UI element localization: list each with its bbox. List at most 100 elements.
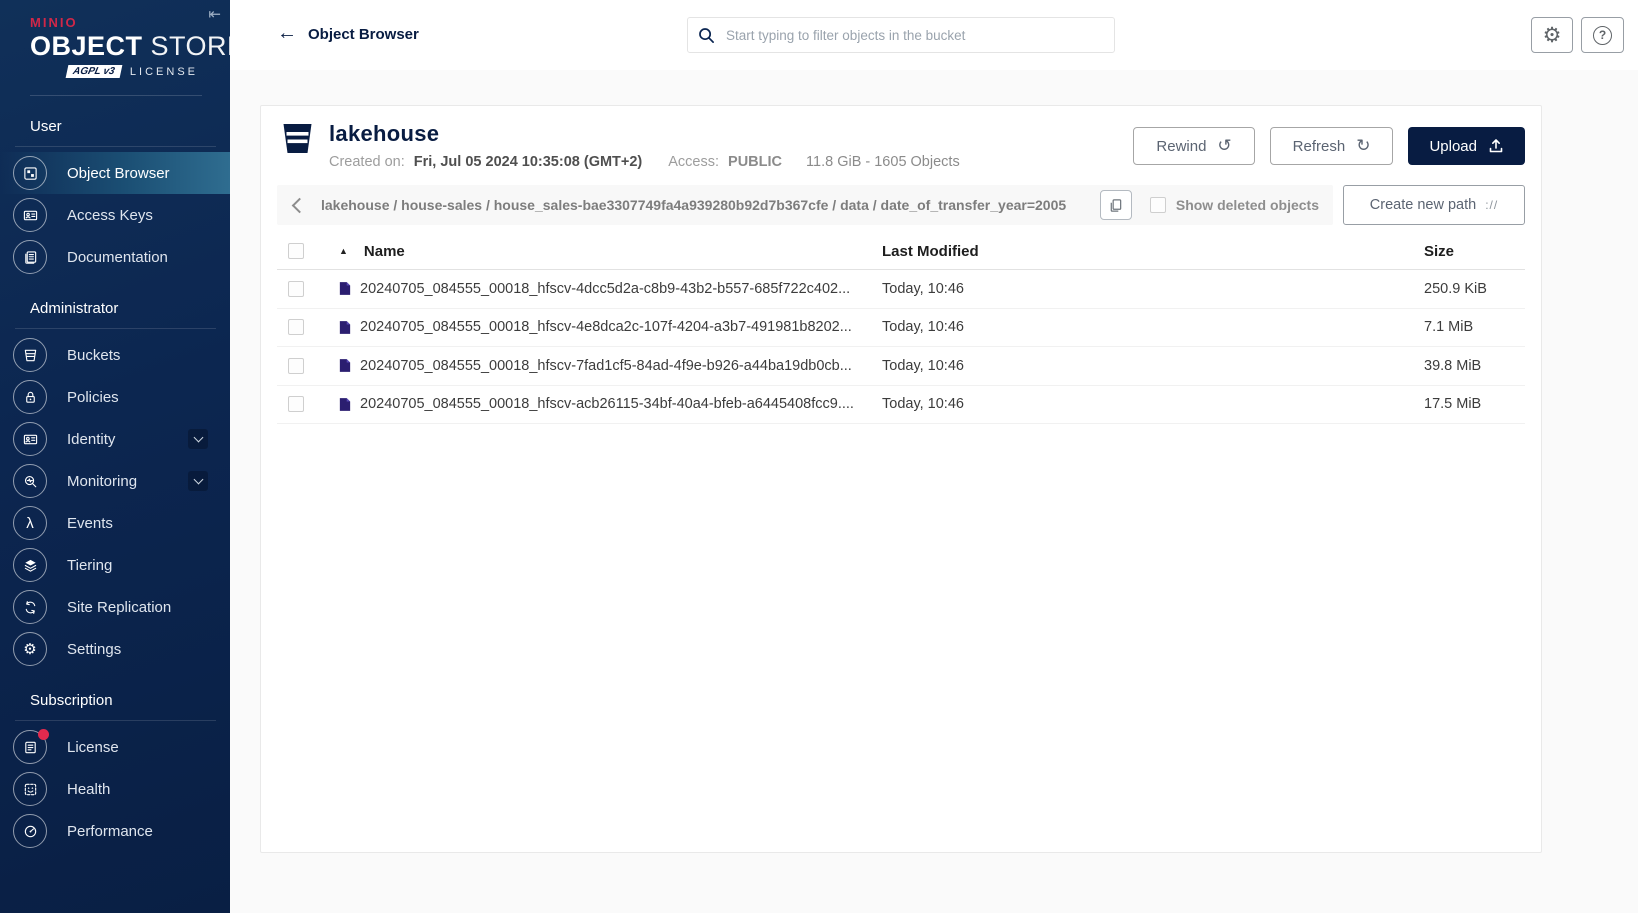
sidebar-item-events[interactable]: λ Events xyxy=(0,502,230,544)
site-replication-icon xyxy=(13,590,47,624)
sidebar-item-label: Policies xyxy=(67,389,119,406)
path-back-chevron-icon[interactable] xyxy=(277,185,321,225)
bucket-name: lakehouse xyxy=(329,121,960,147)
section-label-subscription: Subscription xyxy=(0,670,230,720)
sort-asc-icon[interactable]: ▲ xyxy=(339,246,348,256)
gear-icon: ⚙ xyxy=(1543,23,1562,48)
refresh-icon: ↻ xyxy=(1356,136,1370,156)
tiering-icon xyxy=(13,548,47,582)
bucket-actions: Rewind ↺ Refresh ↻ Upload xyxy=(1133,121,1525,165)
show-deleted-checkbox[interactable] xyxy=(1150,197,1166,213)
column-header-last-modified[interactable]: Last Modified xyxy=(882,243,1424,260)
policies-icon xyxy=(13,380,47,414)
object-size: 250.9 KiB xyxy=(1424,281,1525,297)
table-row[interactable]: 20240705_084555_00018_hfscv-7fad1cf5-84a… xyxy=(277,347,1525,386)
sidebar-item-object-browser[interactable]: Object Browser xyxy=(0,152,230,194)
license-icon xyxy=(13,730,47,764)
table-row[interactable]: 20240705_084555_00018_hfscv-4e8dca2c-107… xyxy=(277,309,1525,348)
search-box xyxy=(687,17,1115,53)
object-name[interactable]: 20240705_084555_00018_hfscv-7fad1cf5-84a… xyxy=(360,358,852,374)
object-last-modified: Today, 10:46 xyxy=(882,396,1424,412)
documentation-icon xyxy=(13,240,47,274)
table-row[interactable]: 20240705_084555_00018_hfscv-4dcc5d2a-c8b… xyxy=(277,270,1525,309)
sidebar-item-label: Documentation xyxy=(67,249,168,266)
access-label: Access: xyxy=(668,154,719,170)
row-checkbox[interactable] xyxy=(288,319,304,335)
object-name[interactable]: 20240705_084555_00018_hfscv-acb26115-34b… xyxy=(360,396,854,412)
sidebar-item-access-keys[interactable]: Access Keys xyxy=(0,194,230,236)
object-name[interactable]: 20240705_084555_00018_hfscv-4e8dca2c-107… xyxy=(360,319,852,335)
access-keys-icon xyxy=(13,198,47,232)
health-icon xyxy=(13,772,47,806)
file-icon xyxy=(339,320,351,335)
search-input[interactable] xyxy=(724,27,1104,44)
create-new-path-button[interactable]: Create new path :// xyxy=(1343,185,1525,225)
object-size: 7.1 MiB xyxy=(1424,319,1525,335)
row-checkbox[interactable] xyxy=(288,396,304,412)
column-header-size[interactable]: Size xyxy=(1424,243,1525,260)
breadcrumb[interactable]: lakehouse / house-sales / house_sales-ba… xyxy=(321,197,1100,213)
performance-icon xyxy=(13,814,47,848)
select-all-checkbox[interactable] xyxy=(288,243,304,259)
settings-button[interactable]: ⚙ xyxy=(1531,17,1573,53)
sidebar-item-license[interactable]: License xyxy=(0,726,230,768)
section-label-user: User xyxy=(0,96,230,146)
object-size: 17.5 MiB xyxy=(1424,396,1525,412)
sidebar-item-settings[interactable]: ⚙ Settings xyxy=(0,628,230,670)
collapse-sidebar-icon[interactable]: ⇤ xyxy=(208,5,221,23)
object-browser-icon xyxy=(13,156,47,190)
row-checkbox[interactable] xyxy=(288,281,304,297)
object-name[interactable]: 20240705_084555_00018_hfscv-4dcc5d2a-c8b… xyxy=(360,281,850,297)
search-icon xyxy=(698,27,715,44)
new-path-icon: :// xyxy=(1485,198,1498,212)
sidebar-item-label: License xyxy=(67,739,119,756)
sidebar-item-label: Settings xyxy=(67,641,121,658)
table-header-row: ▲ Name Last Modified Size xyxy=(277,233,1525,270)
minio-logo: MINIO OBJECT STORE AGPL v3 LICENSE xyxy=(0,0,230,78)
sidebar-item-health[interactable]: Health xyxy=(0,768,230,810)
bucket-header: lakehouse Created on: Fri, Jul 05 2024 1… xyxy=(261,106,1541,178)
sidebar-item-monitoring[interactable]: Monitoring xyxy=(0,460,230,502)
divider xyxy=(15,146,216,147)
sidebar-item-label: Object Browser xyxy=(67,165,170,182)
bucket-icon xyxy=(281,123,314,154)
bucket-browser-card: lakehouse Created on: Fri, Jul 05 2024 1… xyxy=(260,105,1542,853)
bucket-stats: 11.8 GiB - 1605 Objects xyxy=(806,154,960,170)
sidebar-item-policies[interactable]: Policies xyxy=(0,376,230,418)
table-row[interactable]: 20240705_084555_00018_hfscv-acb26115-34b… xyxy=(277,386,1525,425)
sidebar-item-performance[interactable]: Performance xyxy=(0,810,230,852)
sidebar-item-label: Identity xyxy=(67,431,115,448)
copy-path-button[interactable] xyxy=(1100,190,1132,220)
chevron-down-icon[interactable] xyxy=(188,429,208,449)
upload-button[interactable]: Upload xyxy=(1408,127,1525,165)
chevron-down-icon[interactable] xyxy=(188,471,208,491)
object-last-modified: Today, 10:46 xyxy=(882,358,1424,374)
sidebar-item-label: Site Replication xyxy=(67,599,171,616)
sidebar-item-buckets[interactable]: Buckets xyxy=(0,334,230,376)
access-value[interactable]: PUBLIC xyxy=(728,154,782,170)
sidebar-item-label: Performance xyxy=(67,823,153,840)
back-arrow-icon[interactable]: ← xyxy=(277,22,297,45)
help-button[interactable]: ? xyxy=(1581,17,1624,53)
divider xyxy=(15,328,216,329)
sidebar-item-identity[interactable]: Identity xyxy=(0,418,230,460)
file-icon xyxy=(339,281,351,296)
sidebar-item-documentation[interactable]: Documentation xyxy=(0,236,230,278)
rewind-button[interactable]: Rewind ↺ xyxy=(1133,127,1254,165)
help-icon: ? xyxy=(1593,26,1612,45)
notification-dot xyxy=(38,729,49,740)
sidebar-item-tiering[interactable]: Tiering xyxy=(0,544,230,586)
page-title: Object Browser xyxy=(308,26,419,43)
column-header-name[interactable]: Name xyxy=(364,243,405,260)
created-value: Fri, Jul 05 2024 10:35:08 (GMT+2) xyxy=(414,154,642,170)
product-title: OBJECT STORE xyxy=(30,31,230,62)
bucket-title-block: lakehouse Created on: Fri, Jul 05 2024 1… xyxy=(329,121,960,170)
refresh-button[interactable]: Refresh ↻ xyxy=(1270,127,1394,165)
sidebar-item-site-replication[interactable]: Site Replication xyxy=(0,586,230,628)
show-deleted-label[interactable]: Show deleted objects xyxy=(1176,197,1319,213)
events-icon: λ xyxy=(13,506,47,540)
file-icon xyxy=(339,358,351,373)
object-last-modified: Today, 10:46 xyxy=(882,281,1424,297)
row-checkbox[interactable] xyxy=(288,358,304,374)
bucket-meta: Created on: Fri, Jul 05 2024 10:35:08 (G… xyxy=(329,154,960,170)
